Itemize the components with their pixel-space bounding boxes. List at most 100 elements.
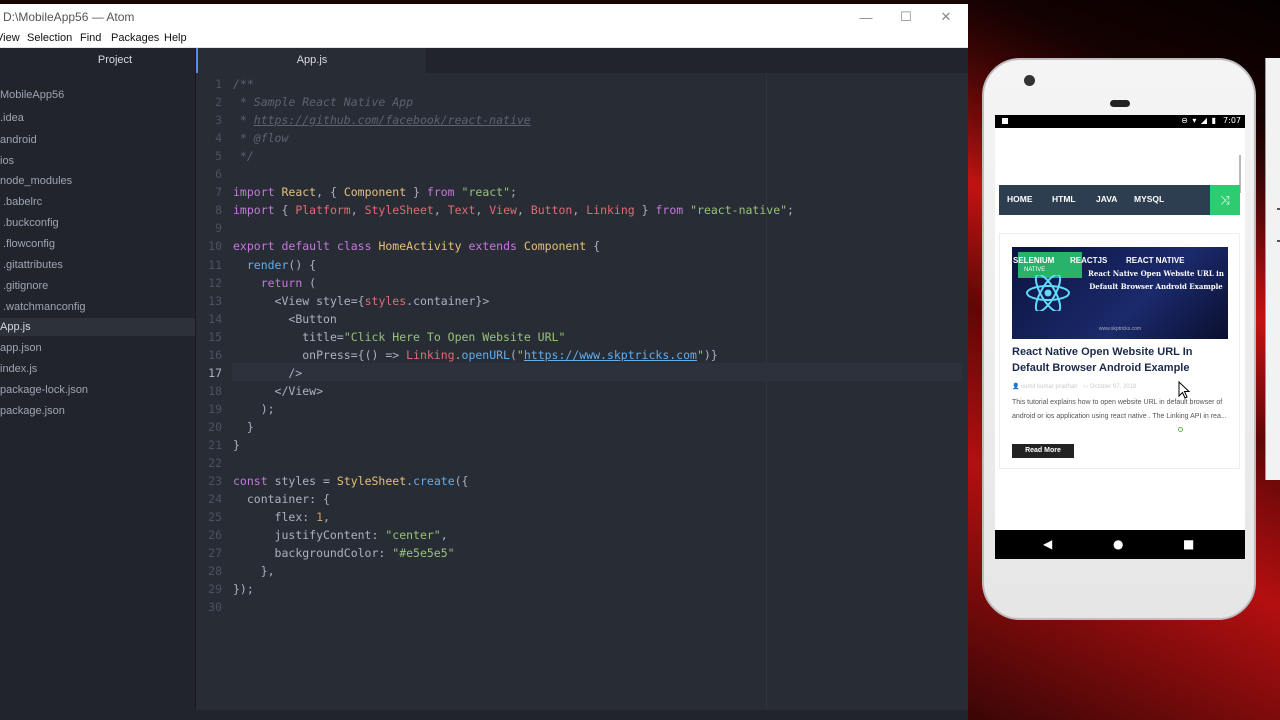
code-line[interactable]: const styles = StyleSheet.create({: [233, 472, 468, 490]
site-navigation-bar: HOME HTML JAVA MYSQL ⤨: [999, 185, 1240, 215]
code-line[interactable]: /**: [233, 75, 254, 93]
tree-item[interactable]: App.js: [0, 318, 195, 336]
code-line[interactable]: </View>: [233, 382, 324, 400]
tree-item[interactable]: android: [0, 131, 195, 149]
thumbnail-footer: www.skptricks.com: [1098, 326, 1142, 332]
code-line[interactable]: });: [233, 580, 254, 598]
maximize-button[interactable]: ☐: [886, 4, 926, 30]
window-title: D:\MobileApp56 — Atom: [3, 10, 135, 24]
android-navigation-bar: ◀ ● ■: [995, 530, 1245, 559]
code-line[interactable]: />: [233, 364, 302, 382]
tree-item[interactable]: package-lock.json: [0, 381, 195, 399]
tab-app-js[interactable]: App.js: [196, 48, 426, 73]
line-number: 22: [208, 456, 222, 471]
code-line[interactable]: return (: [233, 274, 316, 292]
code-line[interactable]: * @flow: [233, 129, 288, 147]
menu-packages[interactable]: Packages: [111, 32, 159, 44]
code-line[interactable]: export default class HomeActivity extend…: [233, 237, 600, 255]
calendar-icon: ▭: [1082, 384, 1089, 390]
shuffle-icon[interactable]: ⤨: [1210, 185, 1240, 215]
code-line[interactable]: }: [233, 436, 240, 454]
wrap-guide: [766, 73, 767, 720]
tag-selenium[interactable]: SELENIUM: [1013, 256, 1054, 265]
code-line[interactable]: );: [233, 400, 275, 418]
android-status-bar: ⊖ ▾ ◢ ▮ 7:07: [995, 115, 1245, 128]
tree-item[interactable]: package.json: [0, 402, 195, 420]
tag-reactjs[interactable]: REACTJS: [1070, 256, 1107, 265]
line-number: 6: [215, 167, 222, 182]
back-icon[interactable]: ◀: [1043, 537, 1052, 551]
tag-react-native[interactable]: REACT NATIVE: [1126, 256, 1185, 265]
code-line[interactable]: }: [233, 418, 254, 436]
line-number: 23: [208, 474, 222, 489]
menu-find[interactable]: Find: [80, 32, 101, 44]
line-number: 9: [215, 221, 222, 236]
code-editor[interactable]: 1 2 3 4 5 6 7 8 9 10 11 12 13 14 15 16 17 18 19 20 21 22 23 24 2…: [196, 73, 968, 720]
post-excerpt: This tutorial explains how to open websi…: [1012, 399, 1227, 420]
nav-link-mysql[interactable]: MYSQL: [1134, 194, 1164, 204]
code-line[interactable]: justifyContent: "center",: [233, 526, 448, 544]
react-logo-icon: [1026, 275, 1070, 311]
post-author[interactable]: sumit kumar pradhan: [1021, 384, 1077, 390]
phone-screen: ⊖ ▾ ◢ ▮ 7:07 HOME HTML JAVA MYSQL ⤨ NATI…: [995, 115, 1245, 559]
nav-link-html[interactable]: HTML: [1052, 194, 1076, 204]
line-number: 16: [208, 347, 222, 362]
tree-item[interactable]: index.js: [0, 360, 195, 378]
post-thumbnail[interactable]: NATIVE SELENIUM REACTJS REACT NATIVE Rea…: [1012, 247, 1228, 339]
line-number: 27: [208, 546, 222, 561]
menu-help[interactable]: Help: [164, 32, 187, 44]
code-line[interactable]: container: {: [233, 490, 330, 508]
read-more-button[interactable]: Read More: [1012, 444, 1074, 458]
tab-project[interactable]: Project: [0, 48, 196, 73]
mouse-pointer-icon: [1178, 381, 1190, 399]
minimize-button[interactable]: —: [846, 4, 886, 30]
line-number: 21: [208, 438, 222, 452]
status-time: 7:07: [1223, 116, 1241, 125]
code-line[interactable]: },: [233, 562, 275, 580]
code-line[interactable]: import { Platform, StyleSheet, Text, Vie…: [233, 201, 794, 219]
android-emulator: ⊖ ▾ ◢ ▮ 7:07 HOME HTML JAVA MYSQL ⤨ NATI…: [982, 58, 1256, 620]
code-line[interactable]: flex: 1,: [233, 508, 330, 526]
loading-indicator: [1178, 427, 1183, 432]
tree-item[interactable]: app.json: [0, 339, 195, 357]
code-line[interactable]: render() {: [233, 256, 316, 274]
code-line[interactable]: title="Click Here To Open Website URL": [233, 328, 565, 346]
line-number: 24: [208, 492, 222, 507]
line-number: 3: [215, 113, 222, 128]
code-line[interactable]: <Button: [233, 310, 336, 328]
tree-item[interactable]: .flowconfig: [0, 235, 195, 253]
tree-item[interactable]: .watchmanconfig: [0, 298, 195, 316]
nav-link-home[interactable]: HOME: [1007, 194, 1033, 204]
post-card: NATIVE SELENIUM REACTJS REACT NATIVE Rea…: [999, 233, 1240, 469]
line-number: 10: [208, 239, 222, 254]
author-icon: 👤: [1012, 384, 1020, 390]
tree-item[interactable]: .babelrc: [0, 193, 195, 211]
menu-selection[interactable]: Selection: [27, 32, 72, 44]
code-line[interactable]: * Sample React Native App: [233, 93, 413, 111]
post-meta: 👤 sumit kumar pradhan ▭ October 07, 2018: [1012, 383, 1232, 390]
post-title[interactable]: React Native Open Website URL In Default…: [1012, 344, 1232, 376]
nav-link-java[interactable]: JAVA: [1096, 194, 1117, 204]
tree-item[interactable]: ios: [0, 152, 195, 170]
code-line[interactable]: */: [233, 147, 254, 165]
home-icon[interactable]: ●: [1113, 537, 1123, 551]
tree-item[interactable]: node_modules: [0, 172, 195, 190]
tree-item[interactable]: MobileApp56: [0, 86, 195, 104]
tree-item[interactable]: .buckconfig: [0, 214, 195, 232]
tree-item[interactable]: .gitattributes: [0, 256, 195, 274]
line-number: 28: [208, 564, 222, 579]
tree-item[interactable]: .idea: [0, 109, 195, 127]
status-bar: [0, 710, 968, 720]
code-line[interactable]: * https://github.com/facebook/react-nati…: [233, 111, 531, 129]
tree-item[interactable]: .gitignore: [0, 277, 195, 295]
code-line[interactable]: onPress={() => Linking.openURL("https://…: [233, 346, 718, 364]
line-number: 25: [208, 510, 222, 525]
recents-icon[interactable]: ■: [1183, 537, 1194, 551]
menu-view[interactable]: View: [0, 32, 20, 44]
code-line[interactable]: backgroundColor: "#e5e5e5": [233, 544, 455, 562]
code-line[interactable]: <View style={styles.container}>: [233, 292, 490, 310]
code-line[interactable]: import React, { Component } from "react"…: [233, 183, 517, 201]
status-icons: ⊖ ▾ ◢ ▮: [1181, 116, 1217, 125]
close-button[interactable]: ✕: [926, 4, 966, 30]
line-number: 5: [215, 149, 222, 164]
